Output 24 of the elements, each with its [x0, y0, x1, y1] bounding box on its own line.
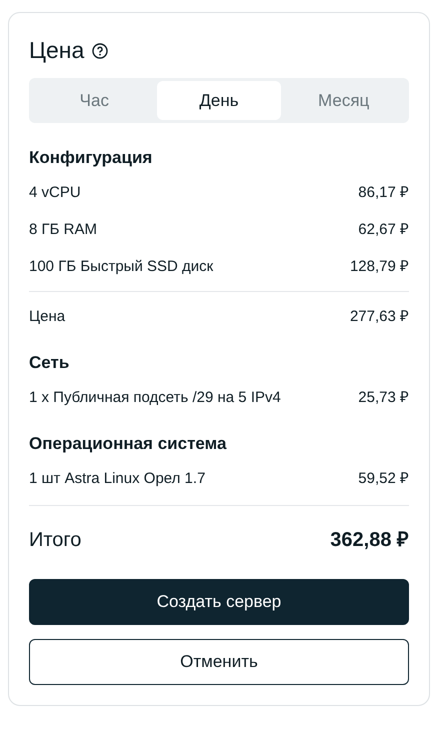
section-heading: Операционная система — [29, 433, 228, 455]
period-tab[interactable]: Час — [32, 81, 157, 120]
card-title: Цена — [29, 36, 84, 65]
line-item-price: 86,17 ₽ — [358, 182, 409, 203]
line-item-price: 59,52 ₽ — [358, 468, 409, 489]
line-item-price: 128,79 ₽ — [350, 256, 409, 277]
cancel-button[interactable]: Отменить — [29, 639, 409, 685]
create-server-button[interactable]: Создать сервер — [29, 579, 409, 625]
line-item-label: 4 vCPU — [29, 182, 81, 203]
subtotal-price: 277,63 ₽ — [350, 306, 409, 327]
line-item-label: 100 ГБ Быстрый SSD диск — [29, 256, 214, 277]
line-item-label: 1 x Публичная подсеть /29 на 5 IPv4 — [29, 388, 281, 408]
line-item-price: 62,67 ₽ — [358, 220, 409, 240]
line-item-price: 25,73 ₽ — [358, 388, 409, 408]
help-icon[interactable] — [92, 43, 108, 59]
line-item-label: 8 ГБ RAM — [29, 220, 97, 240]
total-price: 362,88 ₽ — [330, 528, 409, 552]
section-heading: Конфигурация — [29, 147, 154, 169]
line-item-label: 1 шт Astra Linux Орел 1.7 — [29, 468, 206, 489]
subtotal-label: Цена — [29, 306, 66, 327]
total-label: Итого — [29, 528, 82, 552]
period-tab[interactable]: Месяц — [281, 81, 406, 120]
section-heading: Сеть — [29, 352, 70, 374]
period-tab[interactable]: День — [156, 81, 282, 120]
